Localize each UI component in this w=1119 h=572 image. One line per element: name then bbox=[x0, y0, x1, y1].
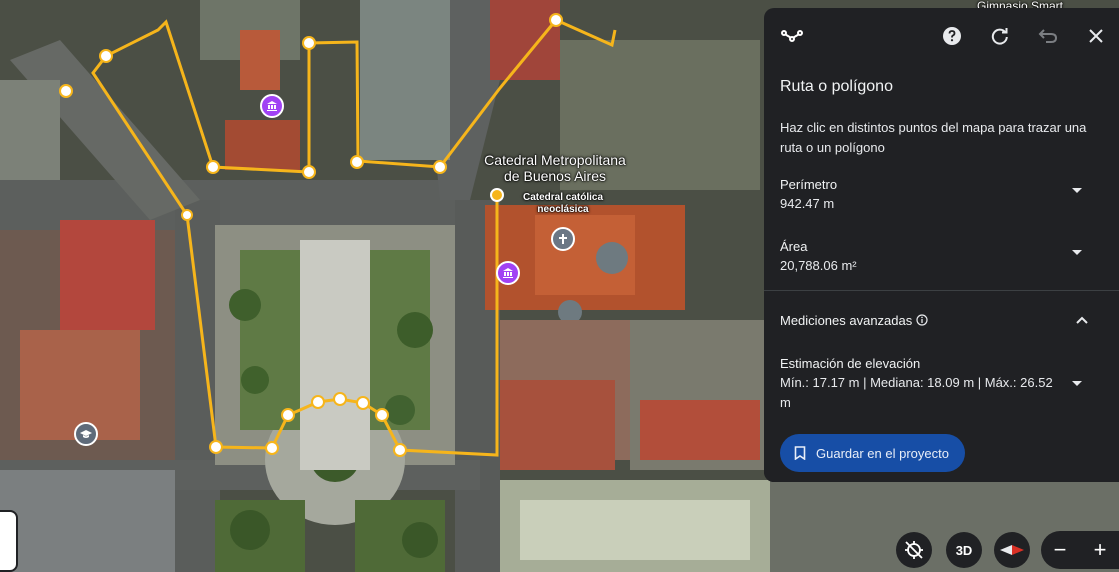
panel-description: Haz clic en distintos puntos del mapa pa… bbox=[780, 120, 1087, 155]
info-icon[interactable] bbox=[916, 314, 928, 326]
area-label: Área bbox=[780, 239, 808, 254]
bookmark-icon bbox=[794, 446, 806, 460]
perimeter-value: 942.47 m bbox=[780, 196, 835, 211]
area-value: 20,788.06 m² bbox=[780, 258, 857, 273]
zoom-in-label: + bbox=[1093, 537, 1107, 562]
perimeter-label: Perímetro bbox=[780, 177, 838, 192]
cathedral-map-label[interactable]: Catedral Metropolitana de Buenos Aires bbox=[470, 152, 640, 184]
save-footer: Guardar en el proyecto bbox=[764, 424, 1119, 482]
area-row[interactable]: Área 20,788.06 m² bbox=[764, 214, 1119, 276]
measure-panel: Ruta o polígono Haz clic en distintos pu… bbox=[764, 8, 1119, 482]
zoom-out-label: − bbox=[1053, 537, 1067, 562]
close-icon[interactable] bbox=[1084, 24, 1108, 48]
chevron-down-icon[interactable] bbox=[1071, 246, 1083, 258]
hide-imagery-button[interactable] bbox=[896, 532, 932, 568]
chevron-up-icon[interactable] bbox=[1075, 313, 1089, 327]
compass-button[interactable] bbox=[994, 532, 1030, 568]
museum-poi-icon[interactable] bbox=[496, 261, 520, 285]
chevron-down-icon[interactable] bbox=[1071, 377, 1083, 389]
chevron-down-icon[interactable] bbox=[1071, 184, 1083, 196]
save-to-project-button[interactable]: Guardar en el proyecto bbox=[780, 434, 965, 472]
save-to-project-label: Guardar en el proyecto bbox=[816, 445, 949, 461]
elevation-values: Mín.: 17.17 m | Mediana: 18.09 m | Máx.:… bbox=[780, 375, 1053, 410]
imagery-off-icon bbox=[905, 541, 923, 559]
advanced-measurements-header[interactable]: Mediciones avanzadas bbox=[764, 291, 1119, 349]
help-icon[interactable] bbox=[940, 24, 964, 48]
toggle-3d-button[interactable]: 3D bbox=[946, 532, 982, 568]
school-poi-icon[interactable] bbox=[74, 422, 98, 446]
advanced-measurements-label: Mediciones avanzadas bbox=[780, 312, 913, 328]
zoom-in-button[interactable]: + bbox=[1081, 531, 1119, 569]
panel-toolbar bbox=[764, 8, 1119, 64]
panel-title: Ruta o polígono bbox=[780, 78, 893, 95]
perimeter-row[interactable]: Perímetro 942.47 m bbox=[764, 158, 1119, 214]
minimap-card[interactable] bbox=[0, 510, 18, 572]
church-poi-icon[interactable] bbox=[551, 227, 575, 251]
elevation-estimate-row[interactable]: Estimación de elevación Mín.: 17.17 m | … bbox=[764, 349, 1119, 413]
route-measure-icon bbox=[780, 24, 804, 48]
elevation-label: Estimación de elevación bbox=[780, 356, 921, 371]
zoom-out-button[interactable]: − bbox=[1041, 531, 1079, 569]
refresh-icon[interactable] bbox=[988, 24, 1012, 48]
toggle-3d-label: 3D bbox=[955, 542, 973, 558]
cathedral-subtitle-label: Catedral católica neoclásica bbox=[522, 192, 604, 215]
zoom-controls: − + bbox=[1041, 531, 1119, 569]
undo-icon[interactable] bbox=[1036, 24, 1060, 48]
compass-icon bbox=[1000, 545, 1024, 555]
museum-poi-icon[interactable] bbox=[260, 94, 284, 118]
